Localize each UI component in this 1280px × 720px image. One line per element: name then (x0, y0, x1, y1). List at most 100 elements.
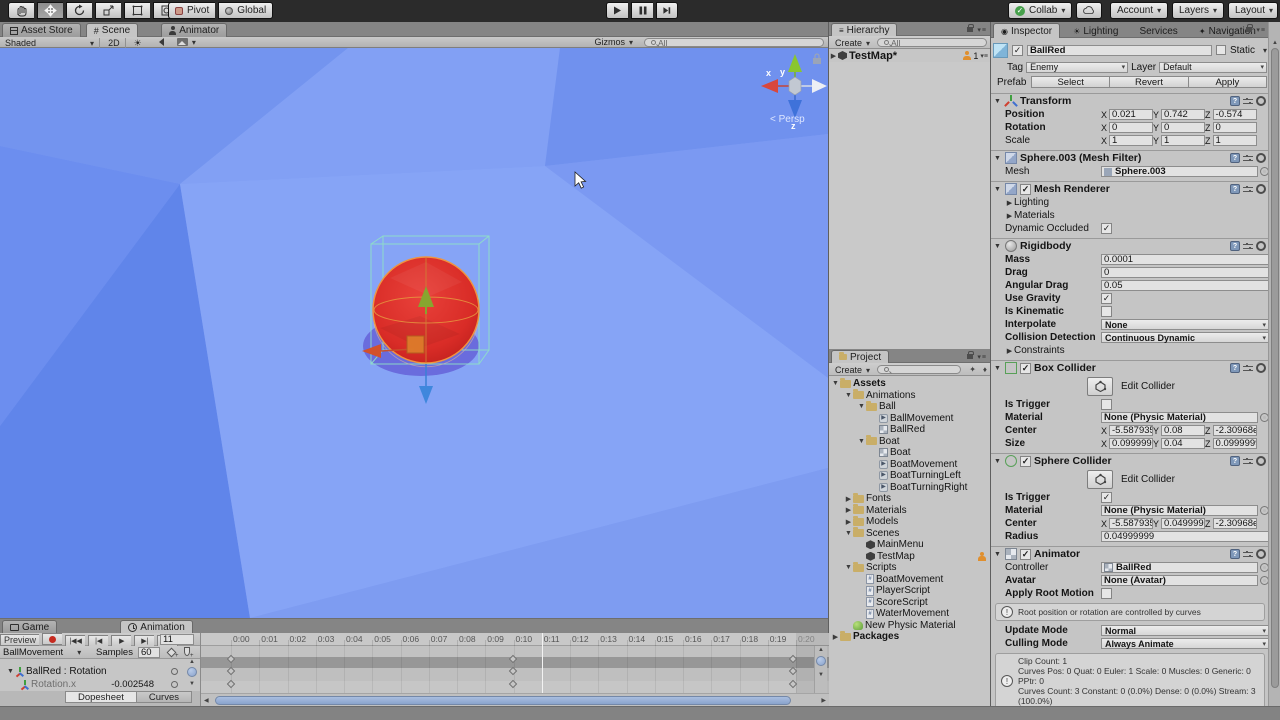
project-tree-item[interactable]: ▶ Fonts (829, 492, 990, 505)
gear-icon[interactable] (1256, 549, 1266, 559)
edit-collider-button[interactable] (1087, 377, 1113, 396)
prefab-revert-button[interactable]: Revert (1109, 76, 1188, 88)
project-tree-item[interactable]: ▶ Packages (829, 630, 990, 643)
project-tree-item[interactable]: TestMap (829, 551, 990, 563)
hscrollbar-thumb[interactable] (215, 696, 791, 705)
keyframe-diamond[interactable] (508, 666, 518, 676)
foldout-arrow-icon[interactable]: ▼ (857, 403, 866, 410)
enabled-checkbox[interactable]: ✓ (1020, 362, 1031, 374)
add-keyframe-button[interactable]: + (166, 647, 179, 659)
project-tree-item[interactable]: ▶ Materials (829, 504, 990, 517)
property-list-scrollbar[interactable]: ▲ ▼ (186, 659, 199, 691)
project-tree-item[interactable]: ▶ BoatMovement (829, 459, 990, 471)
shading-mode-dropdown[interactable]: Shaded ▾ (0, 38, 100, 48)
object-field[interactable]: None (Avatar) (1101, 575, 1258, 586)
project-tree-item[interactable]: ▼ Animations (829, 389, 990, 402)
scale-tool-button[interactable] (95, 2, 122, 19)
project-tree-item[interactable]: BallRed (829, 424, 990, 436)
scroll-down-icon[interactable]: ▼ (818, 672, 824, 678)
z-field[interactable]: 0.0999999 (1212, 438, 1257, 449)
keyframe-dot-icon[interactable] (171, 668, 178, 675)
foldout-arrow-icon[interactable]: ▼ (844, 392, 853, 399)
value-checkbox[interactable]: ✓ (1101, 492, 1112, 503)
project-tree-item[interactable]: ▶ BoatTurningRight (829, 482, 990, 494)
foldout-arrow-icon[interactable]: ▼ (993, 186, 1002, 193)
foldout-arrow-icon[interactable]: ▼ (993, 243, 1002, 250)
project-tree-item[interactable]: # BoatMovement (829, 574, 990, 586)
hand-tool-button[interactable] (8, 2, 34, 19)
project-create-button[interactable]: Create ▾ (831, 365, 874, 375)
foldout-arrow-icon[interactable]: ▼ (993, 458, 1002, 465)
z-field[interactable]: 1 (1212, 135, 1257, 146)
value-checkbox[interactable] (1101, 306, 1112, 317)
value-checkbox[interactable]: ✓ (1101, 293, 1112, 304)
foldout-arrow-icon[interactable]: ▼ (993, 98, 1002, 105)
next-key-button[interactable]: ▶| (134, 634, 155, 647)
keyframe-diamond[interactable] (226, 654, 235, 663)
layers-dropdown[interactable]: Layers ▾ (1172, 2, 1224, 19)
2d-toggle[interactable]: 2D (103, 38, 126, 48)
z-field[interactable]: -0.574 (1212, 109, 1257, 120)
record-button[interactable] (42, 633, 63, 645)
y-field[interactable]: 0.0499999 (1161, 518, 1206, 529)
value-field[interactable]: 0 (1101, 267, 1269, 278)
component-header-sphere-003-mesh-filter-[interactable]: ▼ Sphere.003 (Mesh Filter)? (991, 150, 1269, 165)
preset-icon[interactable] (1243, 96, 1253, 106)
foldout-arrow-icon[interactable]: ▼ (993, 365, 1002, 372)
component-header-mesh-renderer[interactable]: ▼ ✓ Mesh Renderer? (991, 181, 1269, 196)
animation-property-row[interactable]: Rotation.x -0.002548 (0, 678, 200, 691)
x-field[interactable]: 0.021 (1109, 109, 1154, 120)
value-dropdown[interactable]: Always Animate ▾ (1101, 638, 1269, 649)
global-toggle-button[interactable]: Global (218, 2, 274, 19)
collab-person-icon[interactable] (963, 51, 972, 60)
edit-collider-button[interactable] (1087, 470, 1113, 489)
tab-animation[interactable]: Animation (120, 620, 193, 633)
scene-audio-toggle[interactable] (150, 37, 169, 47)
pivot-toggle-button[interactable]: Pivot (168, 2, 216, 19)
object-field[interactable]: None (Physic Material) (1101, 505, 1258, 516)
project-tree-item[interactable]: ▶ Models (829, 515, 990, 528)
active-checkbox[interactable]: ✓ (1012, 44, 1023, 56)
scene-lighting-toggle[interactable]: ☀ (129, 38, 147, 49)
gizmos-dropdown[interactable]: Gizmos ▾ (589, 37, 638, 47)
foldout-arrow-icon[interactable]: ▶ (831, 633, 840, 641)
foldout-arrow-icon[interactable]: ▶ (844, 506, 853, 514)
tab-services[interactable]: Services (1131, 23, 1185, 38)
value-checkbox[interactable] (1101, 588, 1112, 599)
keyframe-diamond[interactable] (788, 654, 797, 663)
play-button[interactable] (606, 2, 628, 19)
foldout-arrow-icon[interactable]: ▶ (844, 495, 853, 503)
project-tree-item[interactable]: ▼ Scenes (829, 527, 990, 540)
prev-key-button[interactable]: |◀ (88, 634, 109, 647)
component-header-animator[interactable]: ▼ ✓ Animator? (991, 546, 1269, 561)
reference-book-icon[interactable]: ? (1230, 184, 1240, 194)
dopesheet-scrollbar[interactable]: ▲ ▼ (814, 646, 827, 693)
foldout-arrow-icon[interactable]: ▶ (1005, 199, 1014, 207)
project-tree-item[interactable]: Boat (829, 447, 990, 459)
scroll-up-icon[interactable]: ▲ (189, 659, 195, 665)
value-checkbox[interactable] (1101, 399, 1112, 410)
dopesheet-tab[interactable]: Dopesheet (64, 691, 137, 703)
scene-effects-dropdown[interactable]: ▾ (172, 37, 201, 47)
y-field[interactable]: 0.742 (1161, 109, 1206, 120)
value-dropdown[interactable]: None ▾ (1101, 319, 1269, 330)
x-field[interactable]: -5.587935 (1109, 518, 1154, 529)
foldout-arrow-icon[interactable]: ▶ (829, 52, 838, 60)
clip-dropdown[interactable]: BallMovement ▾ (0, 647, 84, 659)
search-by-type-icon[interactable]: ✦ (969, 365, 976, 374)
scroll-down-icon[interactable]: ▼ (189, 681, 195, 687)
project-tree-item[interactable]: MainMenu (829, 539, 990, 551)
scroll-left-icon[interactable]: ◀ (204, 697, 209, 704)
component-header-transform[interactable]: ▼ Transform? (991, 93, 1269, 108)
component-header-rigidbody[interactable]: ▼ Rigidbody? (991, 238, 1269, 253)
value-dropdown[interactable]: Normal ▾ (1101, 625, 1269, 636)
tab-inspector[interactable]: ◉ Inspector (993, 23, 1061, 38)
value-field[interactable]: 0.04999999 (1101, 531, 1269, 542)
hierarchy-create-button[interactable]: Create ▾ (831, 38, 874, 48)
inspector-scrollbar[interactable]: ▲ ▼ (1268, 22, 1280, 714)
account-dropdown[interactable]: Account ▾ (1110, 2, 1168, 19)
project-tree-item[interactable]: New Physic Material (829, 620, 990, 632)
project-tree-item[interactable]: ▼ Scripts (829, 561, 990, 574)
gizmo-center-handle[interactable] (406, 335, 425, 354)
lock-icon[interactable] (967, 24, 975, 32)
